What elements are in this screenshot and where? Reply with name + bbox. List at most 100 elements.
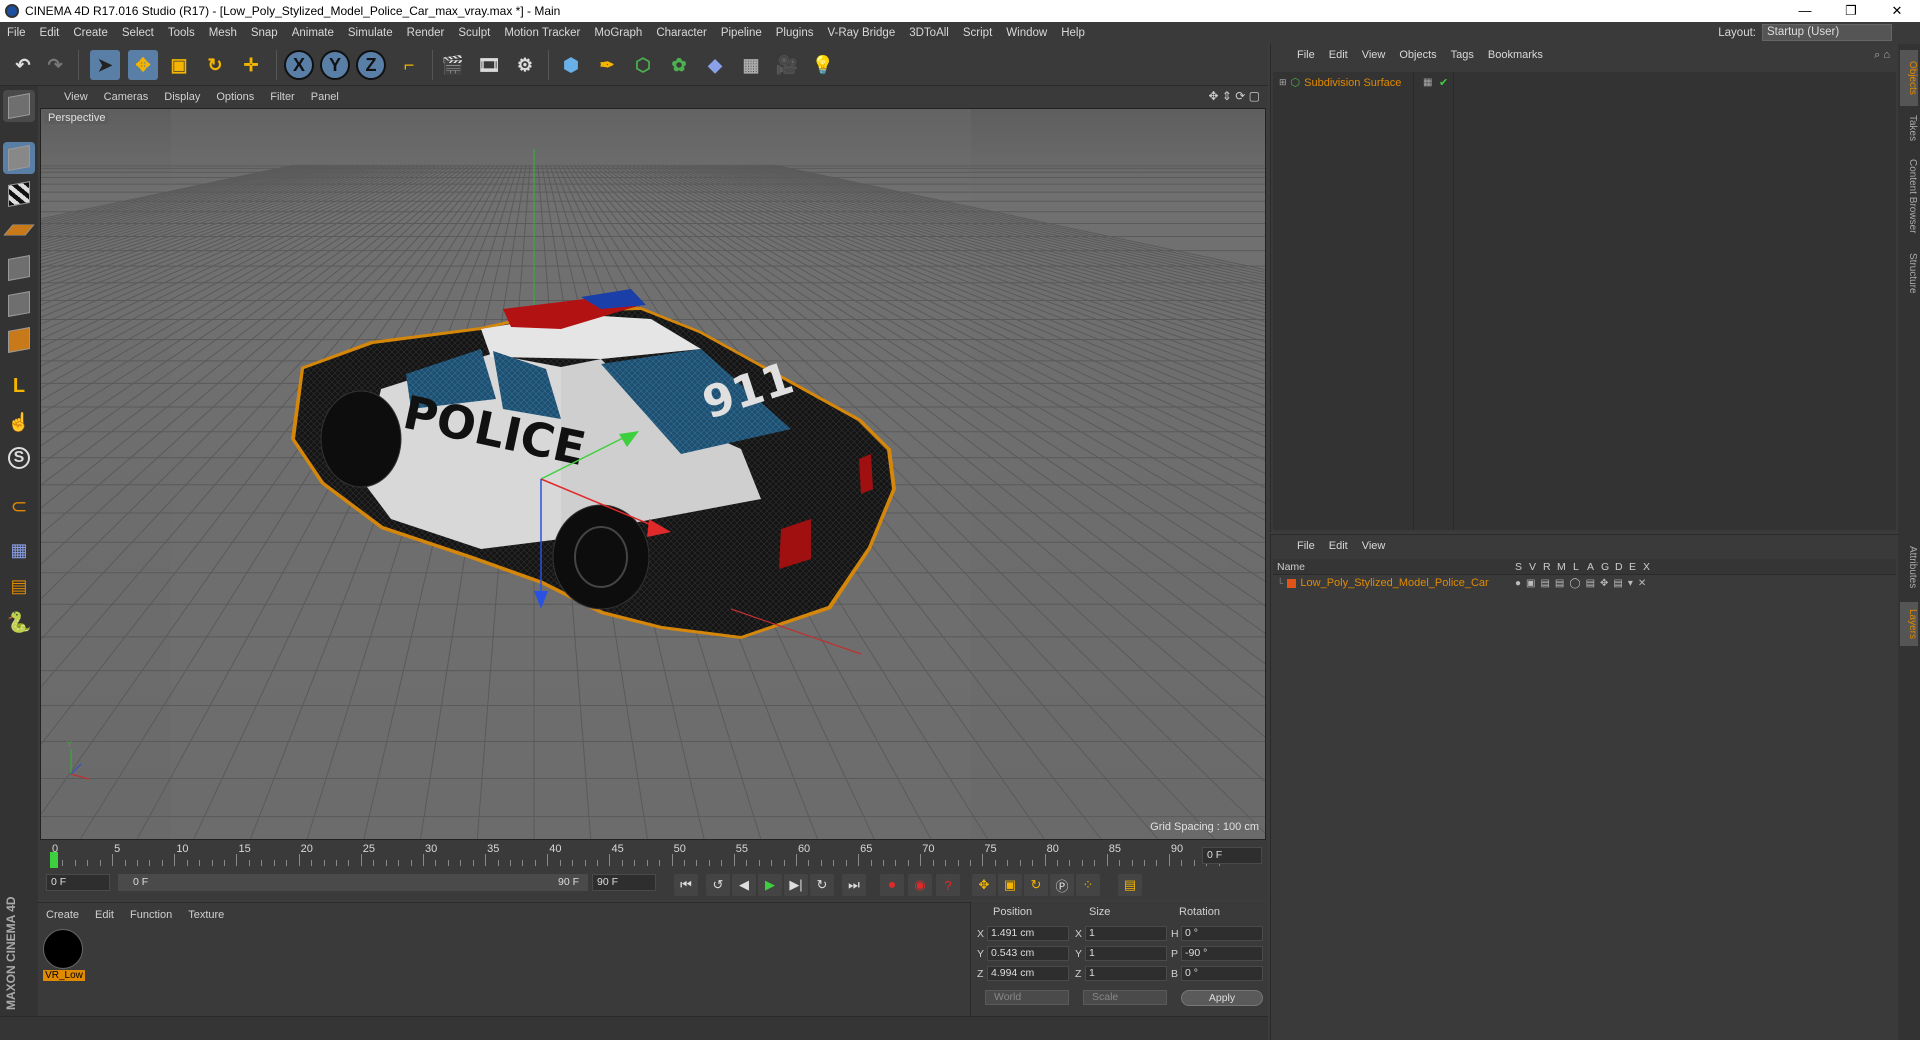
perspective-viewport[interactable]: POLICE 911 Y Perspective Grid Spacing : … xyxy=(40,108,1266,840)
menu-select[interactable]: Select xyxy=(115,27,161,39)
keyframe-selection-button[interactable]: ? xyxy=(936,874,960,896)
layer-col-xref[interactable]: X xyxy=(1643,561,1650,573)
menu-plugins[interactable]: Plugins xyxy=(769,27,821,39)
frame-range-slider[interactable]: 0 F 90 F xyxy=(118,874,588,891)
object-row-subdivision-surface[interactable]: ⊞ ⬡ Subdivision Surface ▦ ✔ xyxy=(1279,76,1448,90)
x-axis-lock-button[interactable]: X xyxy=(284,50,314,80)
menu-animate[interactable]: Animate xyxy=(285,27,341,39)
material-menu-texture[interactable]: Texture xyxy=(188,909,224,921)
next-key-button[interactable]: ↻ xyxy=(810,874,834,896)
previous-key-button[interactable]: ↺ xyxy=(706,874,730,896)
transform-tool-icon[interactable]: ✛ xyxy=(236,50,266,80)
viewport-menu-filter[interactable]: Filter xyxy=(262,91,302,103)
layer-menu-view[interactable]: View xyxy=(1362,540,1386,552)
tab-layers[interactable]: Layers xyxy=(1900,602,1918,646)
deformer-icon[interactable]: ◆ xyxy=(700,50,730,80)
close-button[interactable]: ✕ xyxy=(1874,0,1920,22)
viewport-menu-display[interactable]: Display xyxy=(156,91,208,103)
redo-icon[interactable]: ↷ xyxy=(40,50,70,80)
snap-icon[interactable]: S xyxy=(3,442,35,474)
end-frame-field[interactable]: 90 F xyxy=(592,874,656,891)
layer-color-icon[interactable] xyxy=(1287,578,1297,588)
timeline-window-button[interactable]: ▤ xyxy=(1118,874,1142,896)
coordinate-system-icon[interactable]: ⌐ xyxy=(394,50,424,80)
visibility-toggle-icon[interactable]: ▦ xyxy=(1423,77,1432,88)
viewport-nav-icons[interactable]: ✥ ⇕ ⟳ ▢ xyxy=(1208,89,1260,103)
material-menu-function[interactable]: Function xyxy=(130,909,172,921)
y-axis-lock-button[interactable]: Y xyxy=(320,50,350,80)
playhead-marker[interactable] xyxy=(50,852,58,868)
layer-col-generators[interactable]: G xyxy=(1601,561,1609,573)
cube-object-icon[interactable]: ⬢ xyxy=(556,50,586,80)
size-y-field[interactable]: 1 xyxy=(1085,946,1167,961)
tab-attributes[interactable]: Attributes xyxy=(1900,534,1918,600)
move-tool-icon[interactable]: ✥ xyxy=(128,50,158,80)
rotation-h-field[interactable]: 0 ° xyxy=(1181,926,1263,941)
material-menu-create[interactable]: Create xyxy=(46,909,79,921)
spline-pen-icon[interactable]: ✒ xyxy=(592,50,622,80)
menu-mesh[interactable]: Mesh xyxy=(202,27,244,39)
edges-mode-icon[interactable] xyxy=(3,288,35,320)
enabled-check-icon[interactable]: ✔ xyxy=(1439,76,1448,89)
layer-flag-icons[interactable]: ●▣▤▤◯▤✥▤▾✕ xyxy=(1515,578,1651,589)
play-button[interactable]: ▶ xyxy=(758,874,782,896)
texture-mode-icon[interactable] xyxy=(3,178,35,210)
layer-col-manager[interactable]: M xyxy=(1557,561,1566,573)
render-picture-viewer-icon[interactable]: 🎞 xyxy=(474,50,504,80)
menu-create[interactable]: Create xyxy=(66,27,115,39)
tab-takes[interactable]: Takes xyxy=(1900,108,1918,148)
autokeying-button[interactable]: ◉ xyxy=(908,874,932,896)
position-x-field[interactable]: 1.491 cm xyxy=(987,926,1069,941)
menu-edit[interactable]: Edit xyxy=(33,27,67,39)
menu-help[interactable]: Help xyxy=(1054,27,1092,39)
coordinate-space-select[interactable]: World xyxy=(985,990,1069,1005)
material-menu-edit[interactable]: Edit xyxy=(95,909,114,921)
lock-workplane-icon[interactable]: ▦ xyxy=(3,534,35,566)
rotation-p-field[interactable]: -90 ° xyxy=(1181,946,1263,961)
menu-pipeline[interactable]: Pipeline xyxy=(714,27,769,39)
rotate-tool-icon[interactable]: ↻ xyxy=(200,50,230,80)
nurbs-icon[interactable]: ⬡ xyxy=(628,50,658,80)
polygons-mode-icon[interactable] xyxy=(3,324,35,356)
layer-col-deformers[interactable]: D xyxy=(1615,561,1623,573)
layer-col-expressions[interactable]: E xyxy=(1629,561,1636,573)
menu-window[interactable]: Window xyxy=(999,27,1054,39)
render-settings-icon[interactable]: ⚙ xyxy=(510,50,540,80)
workplane-mode-icon[interactable] xyxy=(3,214,35,246)
coordinate-mode-select[interactable]: Scale xyxy=(1083,990,1167,1005)
viewport-menu-options[interactable]: Options xyxy=(208,91,262,103)
record-rotation-button[interactable]: ↻ xyxy=(1024,874,1048,896)
go-to-end-button[interactable]: ⏭ xyxy=(842,874,866,896)
record-point-level-button[interactable]: ⁘ xyxy=(1076,874,1100,896)
layer-list[interactable]: └ Low_Poly_Stylized_Model_Police_Car ●▣▤… xyxy=(1273,575,1896,1038)
record-position-button[interactable]: ✥ xyxy=(972,874,996,896)
menu-3dtoall[interactable]: 3DToAll xyxy=(902,27,956,39)
material-swatch[interactable]: VR_Low xyxy=(43,929,85,983)
viewport-menu-panel[interactable]: Panel xyxy=(303,91,347,103)
menu-motion-tracker[interactable]: Motion Tracker xyxy=(497,27,587,39)
apply-button[interactable]: Apply xyxy=(1181,990,1263,1006)
position-z-field[interactable]: 4.994 cm xyxy=(987,966,1069,981)
layer-col-solo[interactable]: S xyxy=(1515,561,1522,573)
axis-mode-icon[interactable]: L xyxy=(3,370,35,402)
mograph-cloner-icon[interactable]: ✿ xyxy=(664,50,694,80)
record-parameter-button[interactable]: Ⓟ xyxy=(1050,874,1074,896)
z-axis-lock-button[interactable]: Z xyxy=(356,50,386,80)
menu-script[interactable]: Script xyxy=(956,27,999,39)
object-list[interactable]: ⊞ ⬡ Subdivision Surface ▦ ✔ xyxy=(1273,72,1896,530)
layer-row[interactable]: └ Low_Poly_Stylized_Model_Police_Car ●▣▤… xyxy=(1277,577,1646,589)
scale-tool-icon[interactable]: ▣ xyxy=(164,50,194,80)
size-x-field[interactable]: 1 xyxy=(1085,926,1167,941)
object-menu-tags[interactable]: Tags xyxy=(1451,49,1474,61)
tab-structure[interactable]: Structure xyxy=(1900,244,1918,302)
camera-icon[interactable]: 🎥 xyxy=(772,50,802,80)
tweak-mode-icon[interactable]: ☝ xyxy=(3,406,35,438)
undo-icon[interactable]: ↶ xyxy=(8,50,38,80)
points-mode-icon[interactable] xyxy=(3,252,35,284)
object-menu-view[interactable]: View xyxy=(1362,49,1386,61)
menu-simulate[interactable]: Simulate xyxy=(341,27,400,39)
menu-tools[interactable]: Tools xyxy=(161,27,202,39)
menu-vray-bridge[interactable]: V-Ray Bridge xyxy=(820,27,902,39)
object-menu-bookmarks[interactable]: Bookmarks xyxy=(1488,49,1543,61)
minimize-button[interactable]: — xyxy=(1782,0,1828,22)
